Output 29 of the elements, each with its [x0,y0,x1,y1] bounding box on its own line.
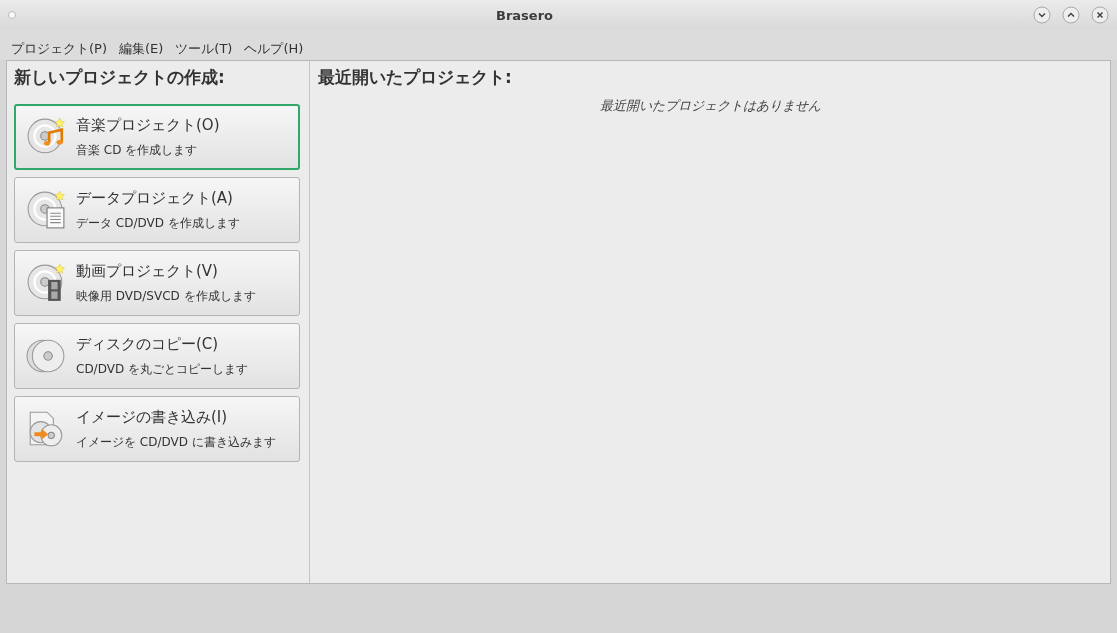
project-button[interactable]: イメージの書き込み(I) イメージを CD/DVD に書き込みます [14,395,300,462]
project-button[interactable]: 音楽プロジェクト(O) 音楽 CD を作成します [14,103,300,170]
section-heading: 新しいプロジェクトの作成: [14,66,226,89]
minimize-icon[interactable] [1033,6,1051,24]
video-disc-icon [26,262,66,303]
section-heading: 最近開いたプロジェクト: [318,66,513,89]
button-label: ディスクのコピー(C) [76,334,220,356]
project-button[interactable]: 動画プロジェクト(V) 映像用 DVD/SVCD を作成します [14,249,300,316]
menu-item[interactable]: 編集(E) [114,38,169,58]
maximize-icon[interactable] [1062,6,1080,24]
menu-item[interactable]: ツール(T) [170,38,238,58]
menu-item[interactable]: プロジェクト(P) [6,38,112,58]
button-description: CD/DVD を丸ごとコピーします [76,360,248,378]
empty-message: 最近開いたプロジェクトはありません [599,97,821,113]
button-label: イメージの書き込み(I) [76,407,229,429]
project-button[interactable]: ディスクのコピー(C) CD/DVD を丸ごとコピーします [14,322,300,389]
button-description: 映像用 DVD/SVCD を作成します [76,287,256,305]
project-button[interactable]: データプロジェクト(A) データ CD/DVD を作成します [14,176,300,243]
button-label: 音楽プロジェクト(O) [76,115,220,137]
button-description: データ CD/DVD を作成します [76,214,240,232]
close-icon[interactable] [1091,6,1109,24]
window-dot-icon [8,11,16,19]
data-disc-icon [26,189,66,230]
button-description: イメージを CD/DVD に書き込みます [76,433,276,451]
button-description: 音楽 CD を作成します [76,141,199,159]
window-title: Brasero [496,8,553,23]
menu-item[interactable]: ヘルプ(H) [239,38,309,58]
button-label: 動画プロジェクト(V) [76,261,219,283]
button-label: データプロジェクト(A) [76,188,234,210]
